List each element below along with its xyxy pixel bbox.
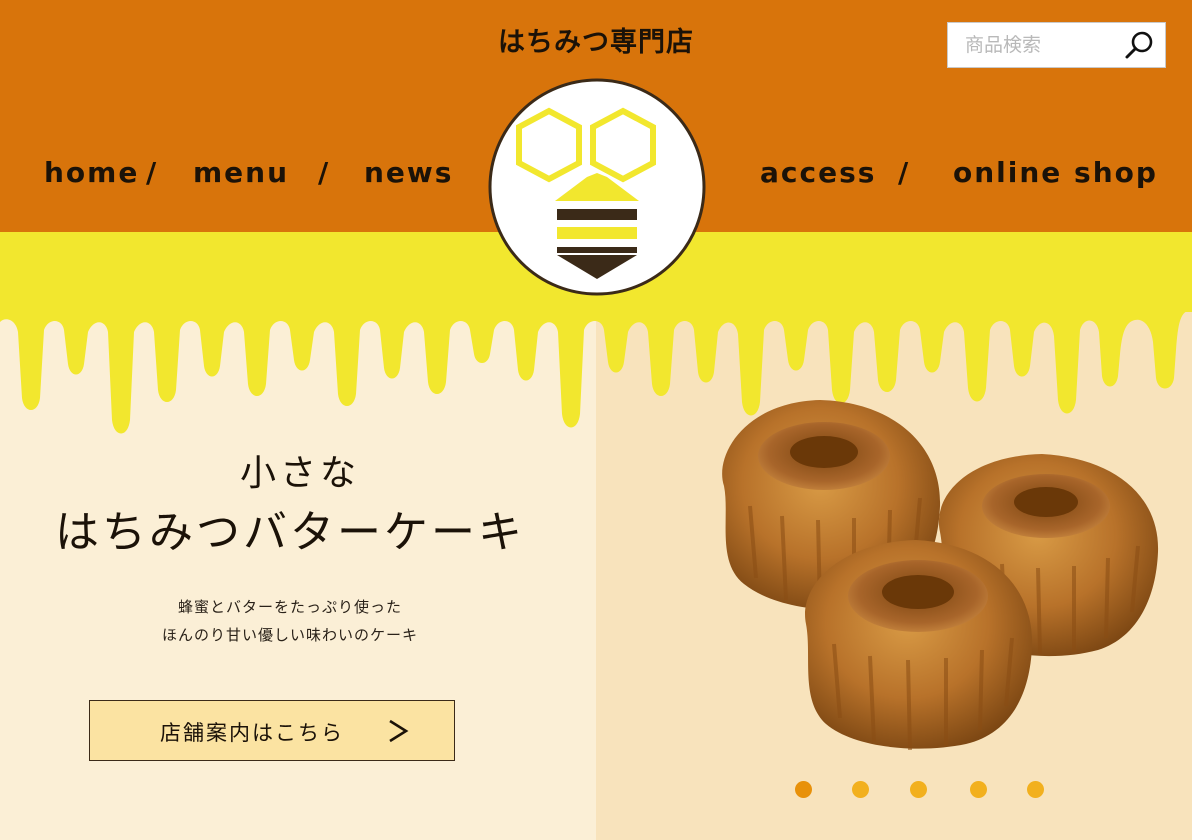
nav-separator: / (146, 156, 157, 189)
nav-access[interactable]: access (760, 156, 876, 189)
headline-large: はちみつバターケーキ (55, 507, 525, 558)
nav-menu[interactable]: menu (193, 156, 289, 189)
carousel-dot-4[interactable] (970, 781, 987, 798)
carousel-dot-3[interactable] (910, 781, 927, 798)
carousel-dot-5[interactable] (1027, 781, 1044, 798)
carousel-dot-1[interactable] (795, 781, 812, 798)
store-info-button[interactable]: 店舗案内はこちら (89, 700, 455, 761)
store-name: はちみつ専門店 (498, 27, 694, 58)
description-line: 蜂蜜とバターをたっぷり使った (177, 598, 402, 616)
carousel-dot-2[interactable] (852, 781, 869, 798)
nav-online-shop[interactable]: online shop (953, 156, 1158, 189)
search-input[interactable] (948, 23, 1123, 67)
bee-honeycomb-logo[interactable] (487, 77, 707, 297)
cake-image (722, 400, 1159, 751)
nav-separator: / (318, 156, 329, 189)
nav-news[interactable]: news (364, 156, 453, 189)
nav-home[interactable]: home (44, 156, 139, 189)
nav-separator: / (898, 156, 909, 189)
chevron-right-icon (389, 719, 409, 743)
description-line: ほんのり甘い優しい味わいのケーキ (161, 626, 418, 644)
store-info-button-label: 店舗案内はこちら (160, 721, 344, 745)
search-icon[interactable] (1123, 30, 1155, 62)
headline-small: 小さな (239, 453, 360, 494)
search-box (947, 22, 1166, 68)
